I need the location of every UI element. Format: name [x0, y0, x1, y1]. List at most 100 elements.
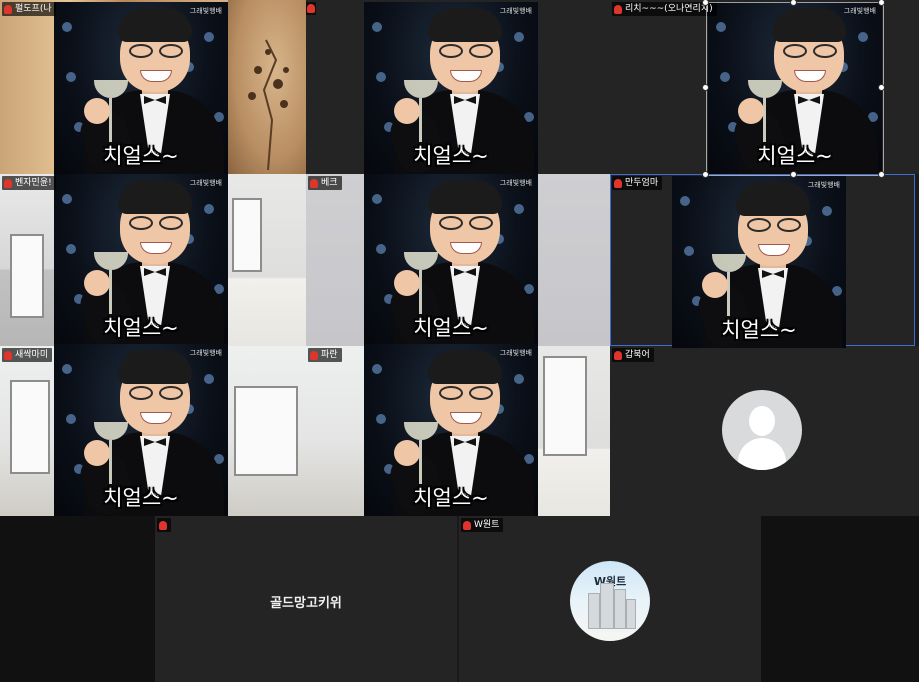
- bokeh-light: [376, 244, 386, 254]
- glasses-graphic: [435, 44, 497, 60]
- sticker-caption: 치얼스~: [103, 144, 179, 168]
- glass-stem-graphic: [419, 270, 422, 314]
- bokeh-light: [66, 414, 76, 424]
- participant-name-tag: W원트: [461, 518, 504, 532]
- glass-stem-graphic: [727, 272, 730, 316]
- bokeh-light: [372, 364, 382, 374]
- mic-muted-icon: [4, 178, 12, 188]
- cheers-sticker[interactable]: 그래빛행배 치얼스~: [364, 174, 538, 346]
- default-avatar-icon: [722, 390, 802, 470]
- sticker-watermark: 그래빛행배: [499, 349, 532, 357]
- hair-graphic: [428, 8, 502, 42]
- participant-name: 갑북어: [625, 350, 650, 360]
- bokeh-light: [684, 246, 694, 256]
- resize-handle-bottom-right[interactable]: [878, 171, 885, 178]
- sticker-caption: 치얼스~: [413, 144, 489, 168]
- participant-name: W원트: [474, 520, 500, 530]
- bokeh-light: [514, 204, 524, 214]
- resize-handle-middle-left[interactable]: [702, 84, 709, 91]
- video-tile-p9b[interactable]: [537, 346, 610, 516]
- sticker-watermark: 그래빛행배: [189, 7, 222, 15]
- building-graphic: [614, 589, 626, 629]
- hand-graphic: [702, 272, 728, 298]
- mic-muted-icon: [159, 520, 167, 530]
- video-tile-p5b[interactable]: [228, 174, 306, 346]
- hand-graphic: [84, 270, 110, 296]
- glasses-graphic: [125, 44, 187, 60]
- mic-muted-icon: [306, 2, 316, 15]
- participant-name-tag: 베크: [308, 176, 342, 190]
- bokeh-light: [204, 32, 214, 42]
- sticker-caption: 치얼스~: [413, 316, 489, 340]
- participant-name: 파란: [321, 350, 338, 360]
- participant-name-tag: 새싹마미: [2, 348, 53, 362]
- hand-graphic: [84, 440, 110, 466]
- sticker-caption: 치얼스~: [721, 318, 797, 342]
- participant-name: 벤자민윤!: [15, 178, 52, 188]
- participant-display-name: 골드망고키위: [270, 596, 342, 611]
- bokeh-light: [62, 364, 72, 374]
- cheers-sticker[interactable]: 그래빛행배치얼스~: [672, 176, 846, 348]
- background-window: [543, 356, 587, 456]
- mic-muted-icon: [310, 178, 318, 188]
- participant-name-tag: 갑북어: [612, 348, 654, 362]
- bokeh-light: [204, 204, 214, 214]
- glasses-graphic: [125, 386, 187, 402]
- glasses-graphic: [435, 216, 497, 232]
- mic-muted-icon: [614, 178, 622, 188]
- hand-graphic: [394, 98, 420, 124]
- bokeh-light: [204, 374, 214, 384]
- bokeh-light: [372, 194, 382, 204]
- participant-name: 리치~~~(오나연리치): [625, 4, 713, 14]
- cheers-sticker[interactable]: 그래빛행배 치얼스~: [708, 2, 882, 174]
- bokeh-light: [62, 22, 72, 32]
- glasses-graphic: [779, 44, 841, 60]
- resize-handle-middle-right[interactable]: [878, 84, 885, 91]
- sticker-caption: 치얼스~: [413, 486, 489, 510]
- hair-graphic: [118, 180, 192, 214]
- background-window: [10, 380, 50, 474]
- participant-name-tag: [157, 518, 171, 532]
- bokeh-light: [66, 72, 76, 82]
- video-tile-p8b[interactable]: [228, 346, 306, 516]
- sticker-watermark: 그래빛행배: [807, 181, 840, 189]
- cheers-sticker[interactable]: 그래빛행배치얼스~: [364, 344, 538, 516]
- sticker-caption: 치얼스~: [103, 486, 179, 510]
- bokeh-light: [720, 72, 730, 82]
- bokeh-light: [514, 32, 524, 42]
- hand-graphic: [738, 98, 764, 124]
- bokeh-light: [716, 22, 726, 32]
- empty-tile-right: [761, 516, 919, 682]
- hair-graphic: [736, 182, 810, 216]
- participant-name-tag: 펄도프(나: [2, 2, 56, 16]
- building-graphic: [588, 593, 600, 629]
- cheers-sticker[interactable]: 그래빛행배 치얼스~: [54, 344, 228, 516]
- sticker-watermark: 그래빛행배: [189, 179, 222, 187]
- glasses-graphic: [125, 216, 187, 232]
- mic-muted-icon: [310, 350, 318, 360]
- resize-handle-bottom-middle[interactable]: [790, 171, 797, 178]
- bokeh-light: [372, 22, 382, 32]
- video-tile-p2[interactable]: [228, 0, 306, 174]
- sticker-caption: 치얼스~: [103, 316, 179, 340]
- bokeh-light: [376, 414, 386, 424]
- plant-shadow-graphic: [248, 39, 289, 171]
- bokeh-light: [680, 196, 690, 206]
- bokeh-light: [858, 32, 868, 42]
- mic-muted-icon: [4, 350, 12, 360]
- cheers-sticker[interactable]: 그래빛행배 치얼스~: [364, 2, 538, 174]
- mic-muted-icon: [4, 4, 12, 14]
- empty-tile-left: [0, 516, 155, 682]
- cheers-sticker[interactable]: 그래빛행배치얼스~: [54, 2, 228, 174]
- building-graphic: [600, 583, 614, 629]
- mic-muted-icon: [463, 520, 471, 530]
- resize-handle-bottom-left[interactable]: [702, 171, 709, 178]
- bokeh-light: [62, 194, 72, 204]
- participant-name-tag: 만두엄마: [612, 176, 663, 190]
- mic-muted-icon: [614, 350, 622, 360]
- building-graphic: [626, 599, 636, 629]
- cheers-sticker[interactable]: 그래빛행배치얼스~: [54, 174, 228, 346]
- bokeh-light: [822, 206, 832, 216]
- hand-graphic: [84, 98, 110, 124]
- participant-name: 베크: [321, 178, 338, 188]
